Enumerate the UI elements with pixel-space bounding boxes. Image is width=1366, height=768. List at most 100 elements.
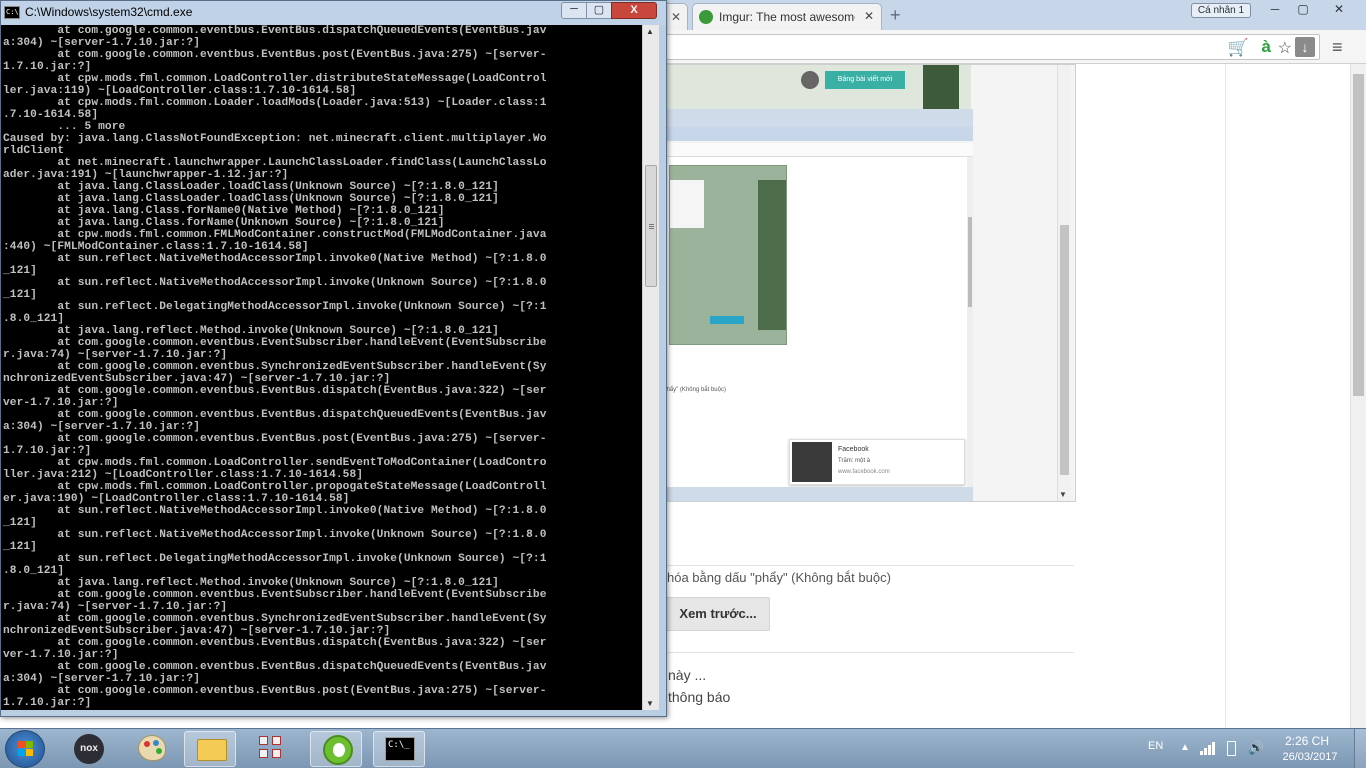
bookmark-star-icon[interactable]: ☆ [1278, 38, 1292, 58]
console-line: r.java:74) ~[server-1.7.10.jar:?] [3, 601, 228, 613]
preview-white-panel [670, 180, 704, 228]
console-scrollbar[interactable]: ▲ ▼ [642, 25, 659, 710]
console-line: er.java:190) ~[LoadController.class:1.7.… [3, 493, 350, 505]
console-line: at com.google.common.eventbus.EventBus.d… [3, 637, 547, 649]
tab-close-icon[interactable]: ✕ [671, 10, 681, 24]
console-line: .7.10-1614.58] [3, 109, 99, 121]
preview-tabstrip [661, 127, 973, 141]
console-scroll-thumb[interactable] [645, 165, 657, 287]
clock-date[interactable]: 26/03/2017 [1279, 751, 1341, 763]
console-line: _121] [3, 517, 37, 529]
console-line: nchronizedEventSubscriber.java:47) ~[ser… [3, 625, 391, 637]
console-line: at sun.reflect.NativeMethodAccessorImpl.… [3, 505, 547, 517]
console-line: at java.lang.reflect.Method.invoke(Unkno… [3, 577, 499, 589]
page-text-line[interactable]: này ... [668, 667, 706, 683]
menu-icon[interactable]: ≡ [1332, 37, 1343, 58]
console-line: at com.google.common.eventbus.EventBus.d… [3, 25, 547, 37]
facebook-subtitle: Trăm: một ả [838, 458, 871, 464]
action-center-flag-icon[interactable]: ▲ [1180, 742, 1190, 753]
preview-inner-scrollbar [967, 157, 973, 487]
scroll-up-arrow-icon[interactable]: ▲ [646, 27, 654, 36]
close-button[interactable]: X [611, 2, 657, 19]
volume-icon[interactable]: 🔊 [1248, 740, 1264, 756]
preview-green-button: Bảng bài viết mới [825, 71, 905, 89]
network-signal-icon[interactable] [1200, 741, 1216, 755]
tab-title: Imgur: The most awesome [719, 10, 855, 24]
app-grid-icon [259, 736, 287, 762]
console-line: rldClient [3, 145, 65, 157]
minimize-button[interactable]: ─ [561, 2, 587, 19]
preview-blue-button [710, 316, 744, 324]
cart-icon[interactable]: 🛒 [1228, 38, 1249, 58]
start-button[interactable] [5, 730, 45, 768]
cmd-app-icon[interactable]: C:\ [4, 6, 20, 19]
console-line: at net.minecraft.launchwrapper.LaunchCla… [3, 157, 547, 169]
console-line: at sun.reflect.DelegatingMethodAccessorI… [3, 301, 547, 313]
cmd-titlebar[interactable]: C:\ C:\Windows\system32\cmd.exe ─ ▢ X [1, 1, 666, 25]
facebook-thumbnail [792, 442, 832, 482]
profile-button[interactable]: Cá nhân 1 [1191, 3, 1251, 18]
imgur-favicon-icon [699, 10, 713, 24]
extension-icon[interactable]: à [1262, 37, 1271, 57]
console-output: at com.google.common.eventbus.EventBus.d… [3, 25, 642, 709]
cmd-window: C:\ C:\Windows\system32\cmd.exe ─ ▢ X at… [0, 0, 667, 717]
console-output-area[interactable]: at com.google.common.eventbus.EventBus.d… [1, 25, 642, 710]
preview-compass-icon [801, 71, 819, 89]
console-line: :440) ~[FMLModContainer.class:1.7.10-161… [3, 241, 309, 253]
tray-language[interactable]: EN [1148, 740, 1163, 752]
preview-button[interactable]: Xem trước... [666, 597, 770, 631]
taskbar-app[interactable] [247, 731, 299, 767]
preview-body: "phẩy" (Không bắt buộc) Facebook Trăm: m… [661, 157, 973, 487]
console-line: at com.google.common.eventbus.EventBus.d… [3, 409, 547, 421]
browser-close-button[interactable]: ✕ [1320, 2, 1358, 18]
console-line: at com.google.common.eventbus.EventSubsc… [3, 337, 547, 349]
show-desktop-button[interactable] [1354, 729, 1366, 768]
page-scroll-thumb[interactable] [1353, 74, 1364, 396]
taskbar: nox C:\_ EN ▲ 🔊 2:26 CH 26/03/2017 [0, 728, 1366, 768]
taskbar-file-explorer[interactable] [184, 731, 236, 767]
console-line: at cpw.mods.fml.common.LoadController.se… [3, 457, 547, 469]
tab-close-icon[interactable]: ✕ [864, 9, 874, 23]
console-line: at cpw.mods.fml.common.LoadController.pr… [3, 481, 547, 493]
clock-time[interactable]: 2:26 CH [1283, 734, 1331, 748]
console-line: at sun.reflect.NativeMethodAccessorImpl.… [3, 277, 547, 289]
console-line: at java.lang.ClassLoader.loadClass(Unkno… [3, 181, 499, 193]
browser-tab-imgur[interactable]: Imgur: The most awesome ✕ [692, 3, 882, 30]
download-icon[interactable]: ↓ [1295, 37, 1315, 57]
browser-minimize-button[interactable]: ─ [1262, 2, 1288, 18]
console-line: at com.google.common.eventbus.EventBus.d… [3, 385, 547, 397]
maximize-button[interactable]: ▢ [586, 2, 612, 19]
page-scrollbar[interactable] [1350, 64, 1366, 728]
battery-icon[interactable] [1227, 741, 1236, 756]
divider [660, 565, 1074, 566]
console-line: _121] [3, 541, 37, 553]
preview-scrollbar: ▼ [1057, 65, 1071, 501]
preview-addressbar [661, 143, 973, 157]
taskbar-nox-player[interactable]: nox [63, 731, 115, 767]
cmd-icon: C:\_ [385, 737, 415, 761]
console-line: ... 5 more [3, 121, 126, 133]
coccoc-browser-icon [323, 735, 353, 765]
console-line: r.java:74) ~[server-1.7.10.jar:?] [3, 349, 228, 361]
console-line: at cpw.mods.fml.common.LoadController.di… [3, 73, 547, 85]
scroll-down-arrow-icon[interactable]: ▼ [646, 699, 654, 708]
new-tab-button[interactable]: + [890, 5, 901, 26]
console-line: at java.lang.Class.forName0(Native Metho… [3, 205, 445, 217]
console-line: 1.7.10.jar:?] [3, 61, 92, 73]
preview-character-image [923, 65, 959, 109]
taskbar-cmd[interactable]: C:\_ [373, 731, 425, 767]
console-line: ader.java:191) ~[launchwrapper-1.12.jar:… [3, 169, 289, 181]
folder-icon [197, 739, 227, 761]
console-line: 1.7.10.jar:?] [3, 445, 92, 457]
taskbar-paint[interactable] [126, 731, 178, 767]
browser-maximize-button[interactable]: ▢ [1290, 2, 1316, 18]
console-line: at com.google.common.eventbus.EventSubsc… [3, 589, 547, 601]
console-line: at java.lang.reflect.Method.invoke(Unkno… [3, 325, 499, 337]
nox-icon: nox [74, 734, 104, 764]
page-text-line[interactable]: thông báo [668, 689, 730, 705]
tags-hint: hóa bằng dấu "phẩy" (Không bắt buộc) [667, 570, 891, 585]
console-line: a:304) ~[server-1.7.10.jar:?] [3, 673, 201, 685]
address-bar[interactable]: 🛒 à ☆ ↓ [660, 34, 1320, 60]
taskbar-coccoc-browser[interactable] [310, 731, 362, 767]
console-line: at java.lang.ClassLoader.loadClass(Unkno… [3, 193, 499, 205]
